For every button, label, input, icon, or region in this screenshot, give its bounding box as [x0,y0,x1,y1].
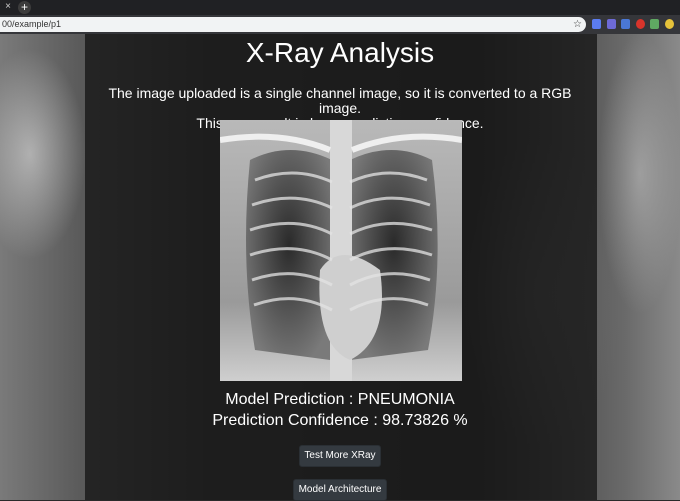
close-tab-icon[interactable]: × [2,1,14,13]
extension-icon[interactable] [592,19,601,29]
tab-strip: × + [0,0,680,15]
prediction-confidence: Prediction Confidence : 98.73826 % [212,412,468,429]
main-content: X-Ray Analysis The image uploaded is a s… [0,34,680,501]
page-title: X-Ray Analysis [245,37,435,68]
model-architecture-button[interactable]: Model Architecture [293,479,387,501]
extension-icon[interactable] [650,19,659,29]
address-url: 00/example/p1 [2,19,62,29]
notice-line-1: The image uploaded is a single channel i… [108,85,572,116]
extension-icon[interactable] [621,19,630,29]
bookmark-star-icon[interactable]: ☆ [573,17,582,32]
new-tab-button[interactable]: + [18,1,31,14]
test-more-xray-button[interactable]: Test More XRay [299,445,381,467]
address-bar[interactable]: 00/example/p1 ☆ [0,17,586,32]
browser-toolbar: 00/example/p1 ☆ [0,15,680,34]
model-prediction: Model Prediction : PNEUMONIA [225,391,455,408]
extension-icon[interactable] [636,19,645,29]
extension-icon[interactable] [665,19,674,29]
extension-icon[interactable] [607,19,616,29]
xray-image [220,120,462,381]
